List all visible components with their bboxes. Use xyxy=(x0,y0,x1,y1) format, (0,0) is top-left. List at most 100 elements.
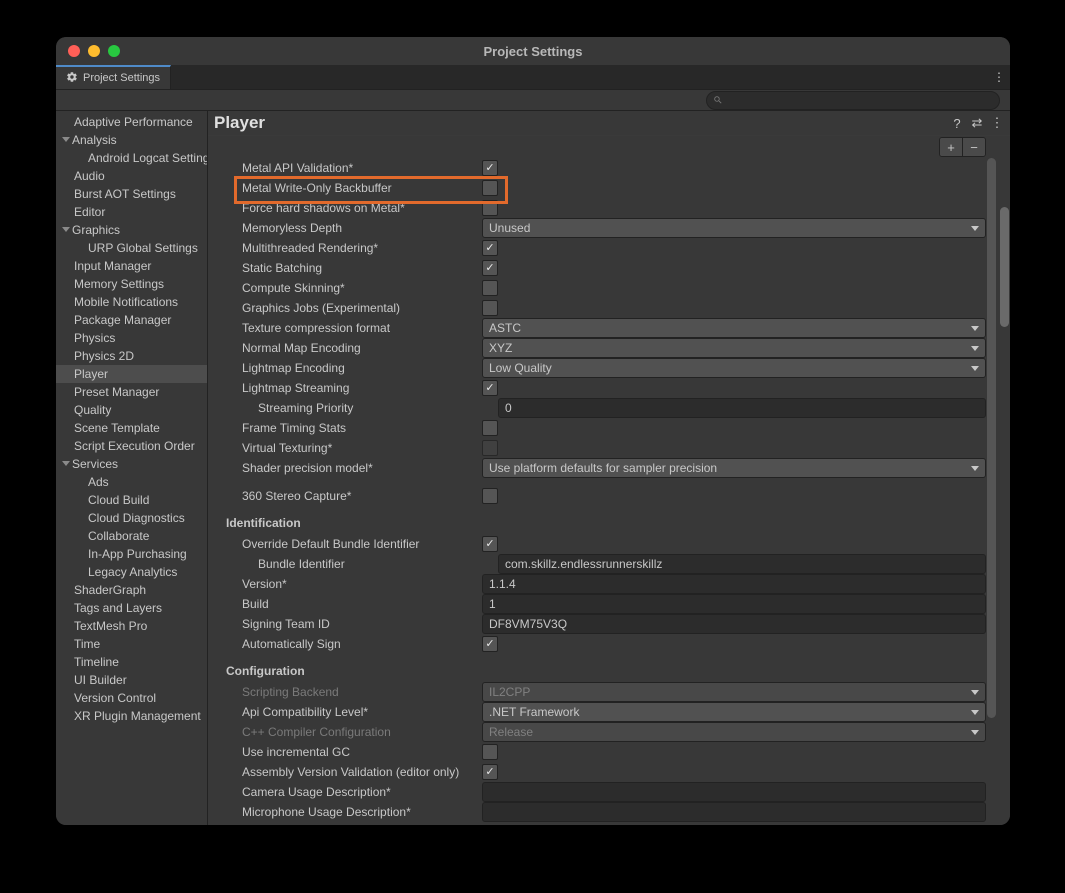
checkbox[interactable] xyxy=(482,280,498,296)
dropdown[interactable]: .NET Framework xyxy=(482,702,986,722)
sidebar-item-label: Android Logcat Settings xyxy=(88,151,207,165)
checkbox[interactable] xyxy=(482,636,498,652)
tab-project-settings[interactable]: Project Settings xyxy=(56,65,171,89)
context-menu-icon[interactable]: ⋮ xyxy=(990,116,1004,130)
text-field[interactable] xyxy=(482,802,986,822)
checkbox[interactable] xyxy=(482,260,498,276)
sidebar-item-physics-2d[interactable]: Physics 2D xyxy=(56,347,207,365)
outer-scrollbar[interactable] xyxy=(1000,207,1009,327)
checkbox[interactable] xyxy=(482,180,498,196)
sidebar-item-player[interactable]: Player xyxy=(56,365,207,383)
minimize-window-button[interactable] xyxy=(88,45,100,57)
sidebar-item-burst-aot-settings[interactable]: Burst AOT Settings xyxy=(56,185,207,203)
dropdown[interactable]: Use platform defaults for sampler precis… xyxy=(482,458,986,478)
checkbox[interactable] xyxy=(482,160,498,176)
checkbox[interactable] xyxy=(482,420,498,436)
sidebar-item-memory-settings[interactable]: Memory Settings xyxy=(56,275,207,293)
text-field[interactable]: DF8VM75V3Q xyxy=(482,614,986,634)
sidebar-item-android-logcat-settings[interactable]: Android Logcat Settings xyxy=(56,149,207,167)
checkbox[interactable] xyxy=(482,744,498,760)
checkbox[interactable] xyxy=(482,380,498,396)
window-controls xyxy=(68,45,120,57)
checkbox[interactable] xyxy=(482,200,498,216)
sidebar-item-input-manager[interactable]: Input Manager xyxy=(56,257,207,275)
property-label: Compute Skinning* xyxy=(208,281,482,295)
sidebar-item-version-control[interactable]: Version Control xyxy=(56,689,207,707)
property-row: Assembly Version Validation (editor only… xyxy=(208,762,1010,782)
sidebar-item-timeline[interactable]: Timeline xyxy=(56,653,207,671)
checkbox[interactable] xyxy=(482,536,498,552)
dropdown[interactable]: Low Quality xyxy=(482,358,986,378)
body: Adaptive PerformanceAnalysis Android Logc… xyxy=(56,111,1010,825)
sidebar-item-ui-builder[interactable]: UI Builder xyxy=(56,671,207,689)
dropdown[interactable]: XYZ xyxy=(482,338,986,358)
sidebar-item-urp-global-settings[interactable]: URP Global Settings xyxy=(56,239,207,257)
sidebar-item-audio[interactable]: Audio xyxy=(56,167,207,185)
dropdown[interactable]: Unused xyxy=(482,218,986,238)
sidebar-item-graphics[interactable]: Graphics xyxy=(56,221,207,239)
sidebar-item-preset-manager[interactable]: Preset Manager xyxy=(56,383,207,401)
text-field[interactable]: 1 xyxy=(482,594,986,614)
sidebar-item-quality[interactable]: Quality xyxy=(56,401,207,419)
checkbox[interactable] xyxy=(482,764,498,780)
sidebar-item-xr-plugin-management[interactable]: XR Plugin Management xyxy=(56,707,207,725)
sidebar-item-textmesh-pro[interactable]: TextMesh Pro xyxy=(56,617,207,635)
sidebar-item-label: ShaderGraph xyxy=(74,583,146,597)
property-row: Camera Usage Description* xyxy=(208,782,1010,802)
property-label: Scripting Backend xyxy=(208,685,482,699)
checkbox[interactable] xyxy=(482,300,498,316)
window-title: Project Settings xyxy=(56,44,1010,59)
checkbox[interactable] xyxy=(482,240,498,256)
property-label: Static Batching xyxy=(208,261,482,275)
property-row: Metal API Validation* xyxy=(208,158,1010,178)
close-window-button[interactable] xyxy=(68,45,80,57)
dropdown[interactable]: ASTC xyxy=(482,318,986,338)
tab-context-menu-button[interactable]: ⋮ xyxy=(988,65,1010,89)
sidebar-item-mobile-notifications[interactable]: Mobile Notifications xyxy=(56,293,207,311)
sidebar-item-tags-and-layers[interactable]: Tags and Layers xyxy=(56,599,207,617)
inner-scrollbar[interactable] xyxy=(987,158,996,718)
sidebar-item-physics[interactable]: Physics xyxy=(56,329,207,347)
sidebar-item-editor[interactable]: Editor xyxy=(56,203,207,221)
help-icon[interactable]: ? xyxy=(950,116,964,130)
sidebar-item-services[interactable]: Services xyxy=(56,455,207,473)
preset-icon[interactable]: ⇄ xyxy=(970,116,984,130)
sidebar-item-label: Legacy Analytics xyxy=(88,565,177,579)
sidebar-item-in-app-purchasing[interactable]: In-App Purchasing xyxy=(56,545,207,563)
sidebar-item-package-manager[interactable]: Package Manager xyxy=(56,311,207,329)
search-input[interactable] xyxy=(706,91,1000,110)
sidebar-item-label: URP Global Settings xyxy=(88,241,198,255)
sidebar-item-label: XR Plugin Management xyxy=(74,709,201,723)
sidebar-item-cloud-diagnostics[interactable]: Cloud Diagnostics xyxy=(56,509,207,527)
remove-icon[interactable]: − xyxy=(963,138,985,156)
sidebar-item-shadergraph[interactable]: ShaderGraph xyxy=(56,581,207,599)
sidebar-item-label: Graphics xyxy=(72,223,120,237)
text-field[interactable] xyxy=(482,782,986,802)
sidebar-item-cloud-build[interactable]: Cloud Build xyxy=(56,491,207,509)
add-icon[interactable]: + xyxy=(940,138,963,156)
sidebar-item-legacy-analytics[interactable]: Legacy Analytics xyxy=(56,563,207,581)
settings-sidebar[interactable]: Adaptive PerformanceAnalysis Android Logc… xyxy=(56,111,208,825)
sidebar-item-time[interactable]: Time xyxy=(56,635,207,653)
sidebar-item-adaptive-performance[interactable]: Adaptive Performance xyxy=(56,113,207,131)
sidebar-item-collaborate[interactable]: Collaborate xyxy=(56,527,207,545)
sidebar-item-scene-template[interactable]: Scene Template xyxy=(56,419,207,437)
sidebar-item-label: Services xyxy=(72,457,118,471)
checkbox[interactable] xyxy=(482,488,498,504)
property-label: Automatically Sign xyxy=(208,637,482,651)
property-row: Virtual Texturing* xyxy=(208,438,1010,458)
sidebar-item-label: Cloud Build xyxy=(88,493,149,507)
text-field[interactable]: 1.1.4 xyxy=(482,574,986,594)
property-label: Metal Write-Only Backbuffer xyxy=(208,181,482,195)
property-row: Microphone Usage Description* xyxy=(208,802,1010,822)
text-field[interactable]: 0 xyxy=(498,398,986,418)
sidebar-item-script-execution-order[interactable]: Script Execution Order xyxy=(56,437,207,455)
zoom-window-button[interactable] xyxy=(108,45,120,57)
property-label: Frame Timing Stats xyxy=(208,421,482,435)
sidebar-item-ads[interactable]: Ads xyxy=(56,473,207,491)
property-label: Microphone Usage Description* xyxy=(208,805,482,819)
text-field[interactable]: com.skillz.endlessrunnerskillz xyxy=(498,554,986,574)
property-row: Override Default Bundle Identifier xyxy=(208,534,1010,554)
sidebar-item-analysis[interactable]: Analysis xyxy=(56,131,207,149)
sidebar-item-label: Memory Settings xyxy=(74,277,164,291)
